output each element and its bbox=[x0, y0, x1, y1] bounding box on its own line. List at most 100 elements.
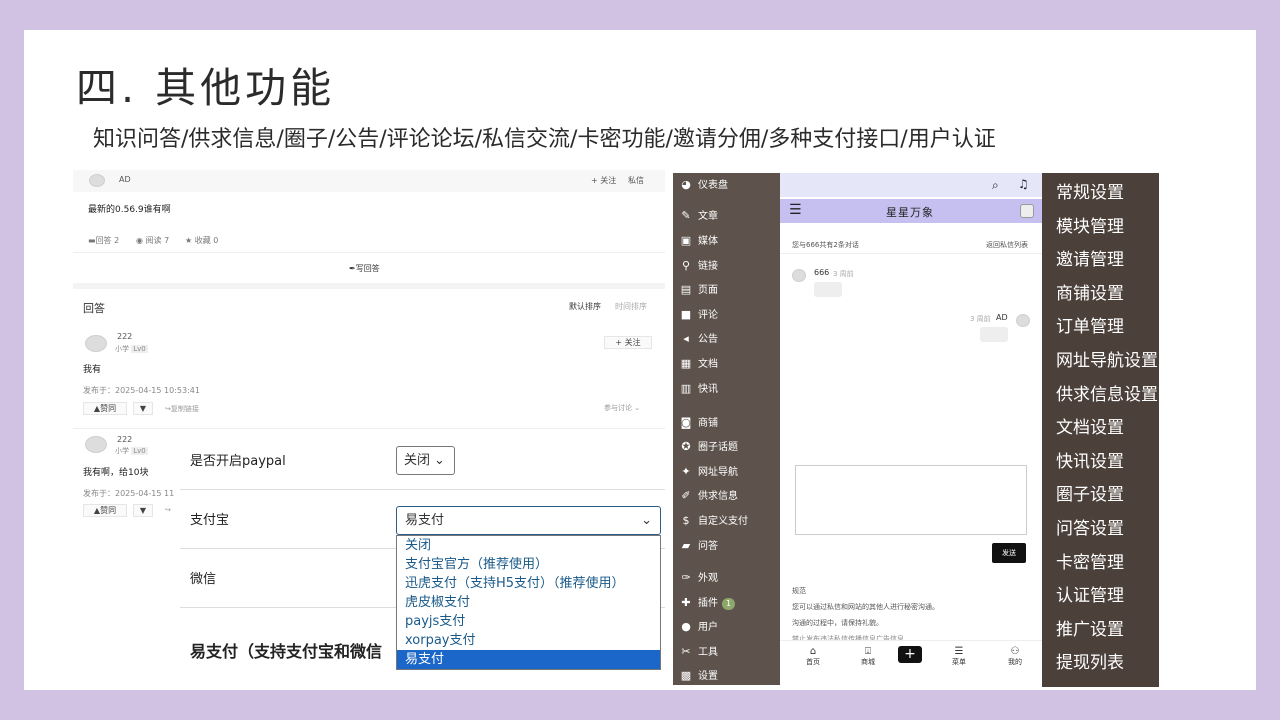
answer-avatar[interactable] bbox=[85, 335, 107, 352]
message-button[interactable]: 私信 bbox=[628, 175, 644, 186]
alipay-option[interactable]: 关闭 bbox=[397, 536, 660, 555]
slide-title: 四. 其他功能 bbox=[76, 64, 336, 112]
star-icon: ★ bbox=[185, 236, 195, 245]
copy-link-button[interactable]: ↪复制链接 bbox=[165, 404, 199, 414]
menu-item-icon: ▤ bbox=[680, 283, 692, 296]
settings-menu-item[interactable]: 商铺设置 bbox=[1056, 279, 1124, 304]
admin-menu-item[interactable]: ■ 评论 bbox=[679, 307, 718, 323]
settings-menu-item[interactable]: 常规设置 bbox=[1056, 178, 1124, 203]
alipay-option[interactable]: 易支付 bbox=[397, 650, 660, 669]
write-answer-button[interactable]: ✒写回答 bbox=[349, 263, 380, 274]
settings-menu-item[interactable]: 问答设置 bbox=[1056, 514, 1124, 539]
favorites-count[interactable]: ★ 收藏 0 bbox=[185, 235, 218, 246]
admin-menu-item[interactable]: ✐ 供求信息 bbox=[679, 488, 738, 504]
menu-item-label: 问答 bbox=[698, 541, 718, 552]
menu-item-icon: ▰ bbox=[681, 539, 691, 552]
author-avatar[interactable] bbox=[89, 174, 105, 187]
dislike-button[interactable]: ▼ bbox=[133, 504, 153, 517]
answer-text: 我有 bbox=[83, 365, 102, 375]
settings-menu-item[interactable]: 卡密管理 bbox=[1056, 548, 1124, 573]
admin-menu-item[interactable]: ▣ 媒体 bbox=[679, 233, 718, 249]
admin-menu-item[interactable]: ▤ 页面 bbox=[679, 282, 718, 298]
answer-user[interactable]: 222 bbox=[117, 332, 132, 341]
settings-menu-item[interactable]: 圈子设置 bbox=[1056, 480, 1124, 505]
admin-menu-item[interactable]: ▥ 快讯 bbox=[679, 381, 718, 397]
alipay-option[interactable]: 虎皮椒支付 bbox=[397, 593, 660, 612]
sender-avatar[interactable] bbox=[1016, 314, 1030, 327]
admin-menu-item[interactable]: ▦ 文档 bbox=[679, 356, 718, 372]
back-to-list-link[interactable]: 返回私信列表 bbox=[986, 240, 1028, 250]
settings-menu-item[interactable]: 文档设置 bbox=[1056, 413, 1124, 438]
nav-label: 首页 bbox=[806, 658, 820, 666]
admin-menu-item[interactable]: ✎ 文章 bbox=[679, 208, 718, 224]
admin-menu-item[interactable]: ◕ 仪表盘 bbox=[679, 177, 728, 193]
settings-menu-item[interactable]: 供求信息设置 bbox=[1056, 380, 1158, 405]
sender-avatar[interactable] bbox=[792, 269, 806, 282]
send-button[interactable]: 发送 bbox=[992, 543, 1026, 563]
admin-menu-item[interactable]: ✂ 工具 bbox=[679, 644, 718, 660]
admin-menu-item[interactable]: ✑ 外观 bbox=[679, 570, 718, 586]
question-text[interactable]: 最新的0.56.9谁有啊 bbox=[88, 202, 171, 215]
share-icon[interactable]: ↪ bbox=[165, 506, 171, 514]
dislike-button[interactable]: ▼ bbox=[133, 402, 153, 415]
follow-button[interactable]: + 关注 bbox=[591, 175, 616, 186]
admin-menu-item[interactable]: $ 自定义支付 bbox=[679, 513, 749, 529]
menu-item-label: 圈子话题 bbox=[698, 442, 738, 453]
settings-menu-item[interactable]: 模块管理 bbox=[1056, 212, 1124, 237]
bottom-nav-item[interactable]: ⚇ 我的 bbox=[1002, 646, 1028, 667]
user-avatar[interactable] bbox=[1020, 204, 1034, 218]
settings-menu-item[interactable]: 网址导航设置 bbox=[1056, 346, 1158, 371]
admin-menu-item[interactable]: ✪ 圈子话题 bbox=[679, 439, 738, 455]
admin-sidebar: ◕ 仪表盘 ✎ 文章 ▣ 媒体 ⚲ 链接 ▤ 页面 ■ 评论 ◂ 公告 ▦ 文档 ▥ 快讯 ◙ 商铺 ✪ 圈子话题 ✦ 网址导… bbox=[673, 173, 780, 685]
like-button[interactable]: ▲赞同 bbox=[83, 504, 127, 517]
answer-avatar[interactable] bbox=[85, 436, 107, 453]
rules-line: 沟通的过程中，请保持礼貌。 bbox=[792, 619, 883, 627]
sort-default[interactable]: 默认排序 bbox=[569, 301, 601, 312]
settings-menu-item[interactable]: 认证管理 bbox=[1056, 581, 1124, 606]
alipay-option[interactable]: payjs支付 bbox=[397, 612, 660, 631]
settings-menu-item[interactable]: 提现列表 bbox=[1056, 648, 1124, 673]
settings-menu-item[interactable]: 快讯设置 bbox=[1056, 447, 1124, 472]
admin-menu-item[interactable]: ▰ 问答 bbox=[679, 538, 718, 554]
site-title[interactable]: 星星万象 bbox=[886, 204, 934, 220]
bottom-nav-item[interactable]: ☰ 菜单 bbox=[946, 646, 972, 667]
alipay-option[interactable]: xorpay支付 bbox=[397, 631, 660, 650]
menu-item-label: 供求信息 bbox=[698, 491, 738, 502]
menu-item-icon: ✚ bbox=[681, 596, 691, 609]
author-name[interactable]: AD bbox=[119, 175, 131, 184]
admin-menu-item[interactable]: ⚲ 链接 bbox=[679, 258, 718, 274]
answer-follow-button[interactable]: + 关注 bbox=[604, 336, 652, 349]
admin-menu-item[interactable]: ▩ 设置 bbox=[679, 668, 718, 684]
bottom-nav-item[interactable]: ⌂ 首页 bbox=[800, 646, 826, 667]
mobile-messages-screen: ⌕ ♫ ☰ 星星万象 您与666共有2条对话 返回私信列表 666 3 周前 3… bbox=[780, 173, 1042, 685]
divider bbox=[73, 283, 665, 289]
plus-icon: + bbox=[898, 646, 922, 663]
discuss-toggle[interactable]: 参与讨论 ⌄ bbox=[604, 403, 640, 413]
hamburger-icon[interactable]: ☰ bbox=[789, 202, 802, 218]
like-button[interactable]: ▲赞同 bbox=[83, 402, 127, 415]
feather-icon: ✒ bbox=[349, 264, 356, 273]
answer-user[interactable]: 222 bbox=[117, 435, 132, 444]
admin-menu-item[interactable]: ● 用户 bbox=[679, 619, 718, 635]
search-icon[interactable]: ⌕ bbox=[992, 178, 999, 193]
divider bbox=[180, 489, 665, 490]
alipay-option[interactable]: 迅虎支付（支持H5支付）（推荐使用） bbox=[397, 574, 660, 593]
answer-level: 小学 Lv0 bbox=[115, 345, 148, 353]
bell-icon[interactable]: ♫ bbox=[1018, 177, 1029, 191]
bottom-nav-item[interactable]: + bbox=[898, 646, 924, 663]
admin-menu-item[interactable]: ◙ 商铺 bbox=[679, 415, 718, 431]
rules-line: 您可以通过私信和网站的其他人进行秘密沟通。 bbox=[792, 603, 939, 611]
alipay-select[interactable]: 易支付 ⌄ bbox=[396, 506, 661, 535]
settings-menu-item[interactable]: 推广设置 bbox=[1056, 615, 1124, 640]
bottom-nav-item[interactable]: ⍗ 商城 bbox=[855, 646, 881, 667]
admin-menu-item[interactable]: ✦ 网址导航 bbox=[679, 464, 738, 480]
message-textarea[interactable] bbox=[795, 465, 1027, 535]
alipay-option[interactable]: 支付宝官方（推荐使用） bbox=[397, 555, 660, 574]
menu-item-icon: ● bbox=[681, 620, 691, 633]
settings-menu-item[interactable]: 邀请管理 bbox=[1056, 245, 1124, 270]
settings-menu-item[interactable]: 订单管理 bbox=[1056, 312, 1124, 337]
admin-menu-item[interactable]: ◂ 公告 bbox=[679, 331, 718, 347]
sort-time[interactable]: 时间排序 bbox=[615, 301, 647, 312]
paypal-select[interactable]: 关闭 ⌄ bbox=[396, 446, 455, 475]
admin-menu-item[interactable]: ✚ 插件 1 bbox=[679, 595, 736, 611]
